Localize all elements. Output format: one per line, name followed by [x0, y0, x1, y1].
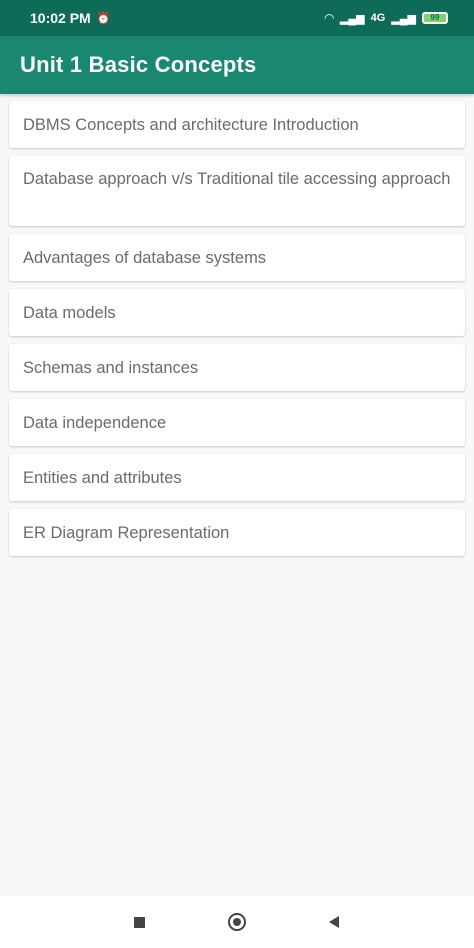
- status-left: 10:02 PM ⏰: [30, 10, 110, 26]
- list-item-topic-8[interactable]: ER Diagram Representation: [9, 509, 465, 556]
- page-title: Unit 1 Basic Concepts: [20, 52, 257, 77]
- alarm-icon: ⏰: [96, 12, 111, 25]
- recent-apps-button[interactable]: [119, 902, 159, 942]
- list-item-topic-6[interactable]: Data independence: [9, 399, 465, 446]
- signal-icon: ▂▄▆: [339, 12, 365, 25]
- network-type: 4G: [370, 12, 386, 24]
- battery-level: 99: [430, 13, 440, 22]
- topic-list: DBMS Concepts and architecture Introduct…: [9, 101, 465, 556]
- battery-icon: 99: [422, 12, 448, 24]
- wifi-icon: ◠: [324, 11, 334, 25]
- home-button[interactable]: [217, 902, 257, 942]
- system-nav-bar: [0, 896, 474, 948]
- back-button[interactable]: [314, 902, 354, 942]
- list-item-topic-4[interactable]: Data models: [9, 289, 465, 336]
- list-item-topic-5[interactable]: Schemas and instances: [9, 344, 465, 391]
- app-bar: Unit 1 Basic Concepts: [0, 36, 474, 94]
- back-triangle-icon: [329, 916, 339, 928]
- signal-icon-2: ▂▄▆: [391, 12, 416, 25]
- status-bar: 10:02 PM ⏰ ◠ ▂▄▆ 4G ▂▄▆ 99: [0, 0, 474, 36]
- status-right: ◠ ▂▄▆ 4G ▂▄▆ 99: [325, 11, 448, 25]
- home-circle-icon: [228, 913, 246, 931]
- list-item-topic-3[interactable]: Advantages of database systems: [9, 234, 465, 281]
- list-item-topic-2[interactable]: Database approach v/s Traditional tile a…: [9, 156, 465, 226]
- list-item-topic-7[interactable]: Entities and attributes: [9, 454, 465, 501]
- list-item-topic-1[interactable]: DBMS Concepts and architecture Introduct…: [9, 101, 465, 148]
- status-time: 10:02 PM: [30, 10, 91, 26]
- square-icon: [133, 916, 145, 928]
